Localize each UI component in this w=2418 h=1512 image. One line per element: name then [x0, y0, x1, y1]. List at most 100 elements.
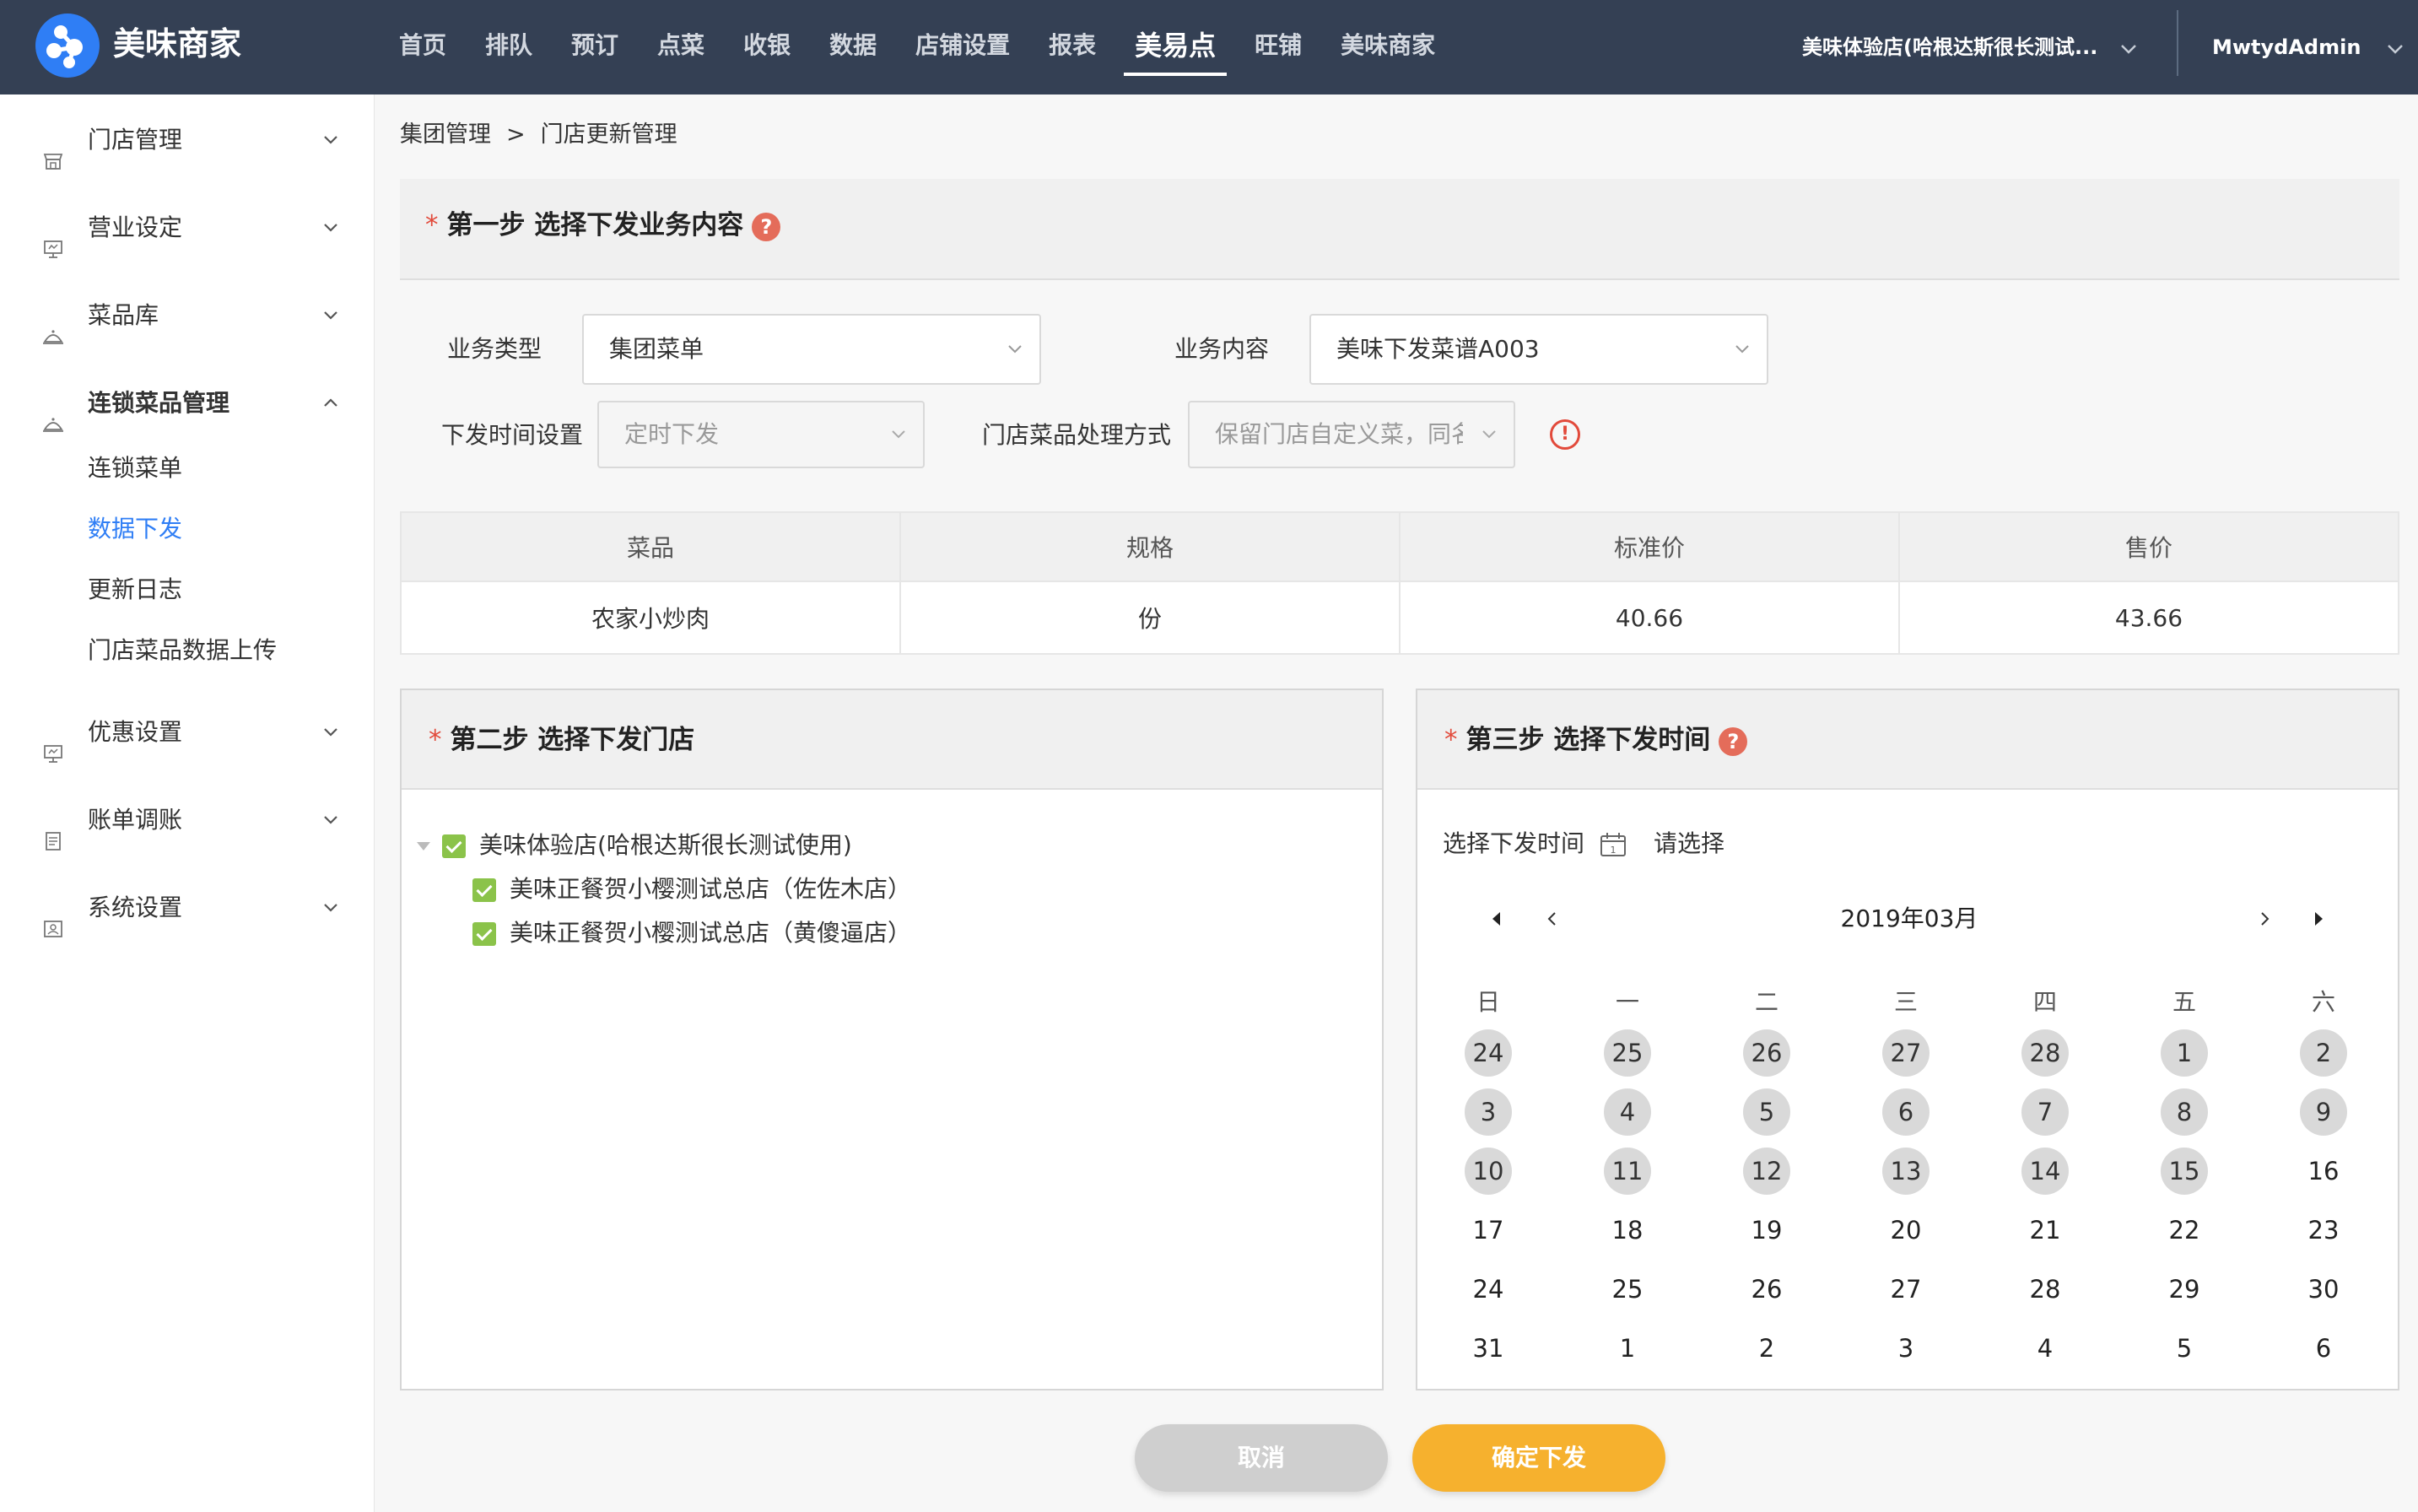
- step3-header: * 第三步 选择下发时间?: [1417, 690, 2398, 790]
- calendar-day[interactable]: 1: [1604, 1325, 1651, 1372]
- calendar-day[interactable]: 25: [1604, 1266, 1651, 1313]
- calendar-day[interactable]: 20: [1882, 1207, 1930, 1254]
- calendar-day[interactable]: 27: [1882, 1266, 1930, 1313]
- checkbox-checked-icon[interactable]: [472, 922, 496, 946]
- time-setting-select[interactable]: 定时下发: [597, 401, 925, 468]
- nav-item-5[interactable]: 数据: [810, 0, 896, 94]
- breadcrumb-current: 门店更新管理: [540, 122, 677, 148]
- chevron-down-icon: [322, 786, 339, 880]
- store-name: 美味体验店(哈根达斯很长测试...: [1802, 35, 2098, 59]
- sidebar-group-0[interactable]: 门店管理: [0, 106, 375, 174]
- svg-text:1: 1: [1611, 845, 1616, 856]
- time-selection-panel: * 第三步 选择下发时间? 选择下发时间 1 请选择 2019年03月 日 一 二 三 四…: [1416, 688, 2399, 1390]
- nav-item-10[interactable]: 美味商家: [1321, 0, 1455, 94]
- logo-icon[interactable]: [35, 14, 100, 78]
- document-icon: [42, 810, 64, 850]
- calendar-day: 5: [1743, 1088, 1790, 1136]
- calendar-day[interactable]: 17: [1465, 1207, 1512, 1254]
- calendar-day[interactable]: 26: [1743, 1266, 1790, 1313]
- chevron-down-icon: [2120, 0, 2137, 94]
- weekday-label: 一: [1615, 988, 1639, 1016]
- calendar-day[interactable]: 31: [1465, 1325, 1512, 1372]
- nav-item-2[interactable]: 预订: [552, 0, 638, 94]
- nav-item-9[interactable]: 旺铺: [1235, 0, 1321, 94]
- calendar-day: 13: [1882, 1148, 1930, 1195]
- calendar-day[interactable]: 22: [2161, 1207, 2208, 1254]
- sidebar-group-4[interactable]: 优惠设置: [0, 699, 375, 766]
- store-tree-child-label: 美味正餐贺小樱测试总店（黄傻逼店）: [510, 919, 912, 947]
- top-navigation-bar: 美味商家 首页 排队 预订 点菜 收银 数据 店铺设置 报表 美易点 旺铺 美味商家 美味体验店(哈…: [0, 0, 2418, 94]
- nav-item-6[interactable]: 店铺设置: [896, 0, 1029, 94]
- sidebar-group-3[interactable]: 连锁菜品管理: [0, 370, 375, 437]
- store-tree-child[interactable]: 美味正餐贺小樱测试总店（黄傻逼店）: [472, 916, 911, 950]
- store-tree-root[interactable]: 美味体验店(哈根达斯很长测试使用): [417, 829, 852, 862]
- dish-table: 菜品 规格 标准价 售价 农家小炒肉份 40.66 43.66: [400, 511, 2399, 655]
- calendar-day[interactable]: 16: [2300, 1148, 2347, 1195]
- nav-item-3[interactable]: 点菜: [638, 0, 724, 94]
- calendar-day[interactable]: 4: [2021, 1325, 2069, 1372]
- sidebar-subitem-1[interactable]: 数据下发: [88, 508, 182, 550]
- breadcrumb: 集团管理 > 门店更新管理: [400, 118, 677, 152]
- sidebar-subitem-0[interactable]: 连锁菜单: [88, 447, 182, 489]
- calendar-day: 7: [2021, 1088, 2069, 1136]
- dish-handling-select[interactable]: 保留门店自定义菜，同名: [1188, 401, 1515, 468]
- table-cell: 农家小炒肉: [400, 580, 901, 655]
- cancel-button[interactable]: 取消: [1135, 1424, 1388, 1492]
- main-nav: 首页 排队 预订 点菜 收银 数据 店铺设置 报表 美易点 旺铺 美味商家: [380, 0, 1455, 94]
- sidebar-group-label: 菜品库: [88, 301, 159, 329]
- calendar-day: 2: [2300, 1029, 2347, 1077]
- chevron-down-icon: [1482, 402, 1497, 467]
- sidebar-group-5[interactable]: 账单调账: [0, 786, 375, 854]
- calendar-day: 27: [1882, 1029, 1930, 1077]
- checkbox-checked-icon[interactable]: [472, 878, 496, 902]
- help-icon[interactable]: ?: [752, 212, 781, 241]
- confirm-dispatch-button[interactable]: 确定下发: [1412, 1424, 1665, 1492]
- table-header-cell: 菜品: [400, 511, 901, 582]
- store-selector[interactable]: 美味体验店(哈根达斯很长测试...: [1802, 0, 2137, 94]
- breadcrumb-parent[interactable]: 集团管理: [400, 122, 491, 148]
- calendar-day[interactable]: 2: [1743, 1325, 1790, 1372]
- business-type-select[interactable]: 集团菜单: [582, 314, 1041, 385]
- calendar-day[interactable]: 6: [2300, 1325, 2347, 1372]
- calendar-day: 26: [1743, 1029, 1790, 1077]
- calendar-day[interactable]: 28: [2021, 1266, 2069, 1313]
- calendar-day[interactable]: 21: [2021, 1207, 2069, 1254]
- checkbox-checked-icon[interactable]: [442, 834, 466, 858]
- table-header-cell: 售价: [1898, 511, 2399, 582]
- sidebar-subitem-2[interactable]: 更新日志: [88, 569, 182, 611]
- calendar-day[interactable]: 19: [1743, 1207, 1790, 1254]
- sidebar-group-2[interactable]: 菜品库: [0, 282, 375, 349]
- sidebar-group-6[interactable]: 系统设置: [0, 874, 375, 942]
- sidebar-group-1[interactable]: 营业设定: [0, 194, 375, 262]
- calendar-icon[interactable]: 1: [1600, 832, 1627, 857]
- nav-item-8[interactable]: 美易点: [1115, 0, 1235, 94]
- help-icon[interactable]: ?: [1719, 726, 1748, 756]
- next-month-icon[interactable]: [2256, 898, 2273, 940]
- store-tree-child[interactable]: 美味正餐贺小樱测试总店（佐佐木店）: [472, 872, 911, 906]
- table-cell: 份: [899, 580, 1401, 655]
- calendar-day[interactable]: 29: [2161, 1266, 2208, 1313]
- weekday-label: 六: [2311, 988, 2335, 1016]
- calendar-day[interactable]: 5: [2161, 1325, 2208, 1372]
- warning-icon[interactable]: !: [1550, 419, 1580, 450]
- business-type-value: 集团菜单: [609, 335, 704, 363]
- time-input[interactable]: 请选择: [1654, 825, 1724, 862]
- user-menu[interactable]: MwtydAdmin: [2212, 0, 2404, 94]
- nav-item-4[interactable]: 收银: [724, 0, 810, 94]
- nav-item-7[interactable]: 报表: [1029, 0, 1115, 94]
- nav-item-0[interactable]: 首页: [380, 0, 466, 94]
- calendar-day[interactable]: 23: [2300, 1207, 2347, 1254]
- caret-down-icon[interactable]: [417, 842, 430, 850]
- business-content-select[interactable]: 美味下发菜谱A003: [1309, 314, 1768, 385]
- calendar-day[interactable]: 18: [1604, 1207, 1651, 1254]
- sidebar-subitem-3[interactable]: 门店菜品数据上传: [88, 629, 277, 672]
- user-name: MwtydAdmin: [2212, 35, 2361, 59]
- sidebar: 门店管理营业设定菜品库连锁菜品管理连锁菜单数据下发更新日志门店菜品数据上传优惠设…: [0, 94, 375, 1512]
- step2-title: 第二步 选择下发门店: [450, 725, 695, 755]
- calendar-day[interactable]: 3: [1882, 1325, 1930, 1372]
- nav-item-1[interactable]: 排队: [466, 0, 552, 94]
- next-year-icon[interactable]: [2310, 898, 2327, 940]
- calendar-day[interactable]: 24: [1465, 1266, 1512, 1313]
- calendar-day[interactable]: 30: [2300, 1266, 2347, 1313]
- required-marker: *: [1444, 725, 1458, 755]
